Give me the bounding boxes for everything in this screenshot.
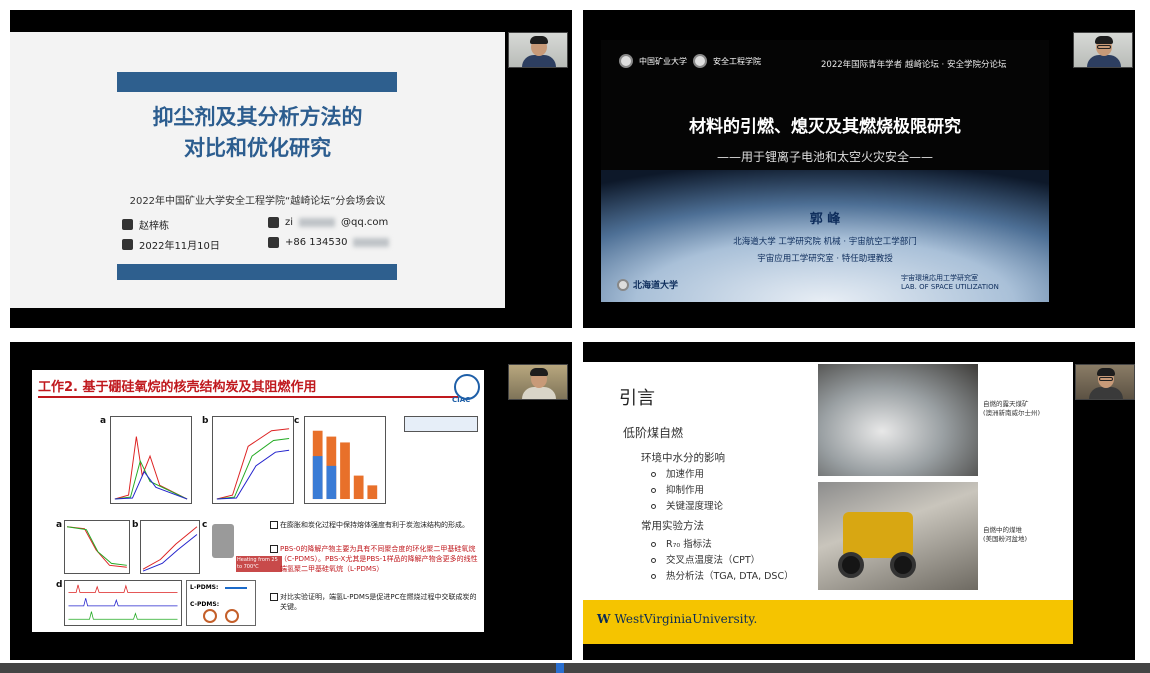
wvu-logo: W WestVirginiaUniversity. bbox=[597, 612, 758, 626]
participant-video-thumbnail[interactable] bbox=[1075, 364, 1135, 400]
participant-tile-1[interactable]: 抑尘剂及其分析方法的 对比和优化研究 2022年中国矿业大学安全工程学院“越崎论… bbox=[10, 10, 572, 328]
slide-title: 工作2. 基于硼硅氧烷的核壳结构炭及其阻燃作用 bbox=[38, 380, 317, 395]
panel-label: b bbox=[132, 520, 139, 530]
bullet-circle-icon bbox=[651, 574, 656, 579]
section-heading-2: 常用实验方法 bbox=[641, 520, 704, 532]
tga-plot bbox=[64, 520, 130, 574]
presenter-name: 赵梓栋 bbox=[139, 221, 169, 232]
slide-header-logos: 中国矿业大学 安全工程学院 bbox=[619, 54, 761, 68]
list-item: 热分析法（TGA, DTA, DSC） bbox=[651, 568, 794, 582]
thr-curve-plot bbox=[212, 416, 294, 504]
redacted-text bbox=[353, 238, 390, 247]
slide-accent-bar-top bbox=[117, 72, 397, 92]
hokkaido-logo: 北海道大学 bbox=[617, 278, 678, 291]
phone-icon bbox=[268, 237, 279, 248]
bullet-circle-icon bbox=[651, 558, 656, 563]
participant-tile-4[interactable]: 引言 低阶煤自燃 环境中水分的影响 加速作用 抑制作用 关键湿度理论 常用实验方… bbox=[583, 342, 1135, 660]
university-footer: W WestVirginiaUniversity. bbox=[583, 600, 1073, 644]
cumt-logo-icon bbox=[619, 54, 633, 68]
slide-title: 材料的引燃、熄灭及其燃烧极限研究 bbox=[689, 117, 961, 137]
presentation-date: 2022年11月10日 bbox=[139, 241, 220, 252]
gc-ms-chromatogram-plot bbox=[64, 580, 182, 626]
affiliation-line2: 宇宙应用工学研究室 · 特任助理教授 bbox=[757, 254, 893, 264]
email-row: zi @qq.com bbox=[268, 217, 388, 228]
meeting-name: 2022年中国矿业大学安全工程学院“越崎论坛”分会场会议 bbox=[129, 196, 386, 207]
participant-video-thumbnail[interactable] bbox=[1073, 32, 1133, 68]
slide-title-line1: 抑尘剂及其分析方法的 bbox=[152, 105, 363, 129]
email-prefix: zi bbox=[285, 217, 294, 228]
hokkaido-emblem-icon bbox=[617, 278, 629, 291]
email-suffix: @qq.com bbox=[341, 217, 389, 228]
photo-caption-1: 自燃的露天煤矿 (澳洲新南威尔士州) bbox=[983, 400, 1041, 417]
participant-video-thumbnail[interactable] bbox=[508, 364, 568, 400]
redacted-text bbox=[299, 218, 336, 227]
participant-tile-2[interactable]: 中国矿业大学 安全工程学院 2022年国际青年学者 越崎论坛 · 安全学院分论坛… bbox=[583, 10, 1135, 328]
date-row: 2022年11月10日 bbox=[122, 237, 220, 252]
bullet-circle-icon bbox=[651, 488, 656, 493]
panel-label: b bbox=[202, 416, 209, 426]
ciac-label: CIAC bbox=[452, 396, 471, 404]
photo-caption-2: 自燃中的煤堆 (美国粉河盆地) bbox=[983, 526, 1028, 543]
email-icon bbox=[268, 217, 279, 228]
phone-prefix: +86 134530 bbox=[285, 237, 348, 248]
bullet-circle-icon bbox=[651, 542, 656, 547]
topic: 低阶煤自燃 bbox=[623, 426, 684, 440]
list-item: 关键湿度理论 bbox=[651, 498, 723, 512]
affiliation-line1: 北海道大学 工学研究院 机械 · 宇宙航空工学部门 bbox=[733, 237, 917, 247]
shared-slide-3: 工作2. 基于硼硅氧烷的核壳结构炭及其阻燃作用 CIAC a b c a b c… bbox=[32, 370, 484, 632]
rheology-plot bbox=[140, 520, 200, 574]
participant-tile-3[interactable]: 工作2. 基于硼硅氧烷的核壳结构炭及其阻燃作用 CIAC a b c a b c… bbox=[10, 342, 572, 660]
bar-comparison-plot bbox=[304, 416, 386, 504]
lab-logo: 宇宙環境応用工学研究室 LAB. OF SPACE UTILIZATION bbox=[901, 274, 999, 291]
panel-label: c bbox=[294, 416, 300, 426]
software-window-thumbnail bbox=[404, 416, 478, 432]
bullet-circle-icon bbox=[651, 504, 656, 509]
slide-title: 抑尘剂及其分析方法的 对比和优化研究 bbox=[10, 102, 505, 164]
list-item: 交叉点温度法（CPT） bbox=[651, 552, 760, 566]
panel-label: d bbox=[56, 580, 63, 590]
panel-label: c bbox=[202, 520, 208, 530]
shared-slide-2: 中国矿业大学 安全工程学院 2022年国际青年学者 越崎论坛 · 安全学院分论坛… bbox=[601, 40, 1049, 302]
bullet-item: PBS-0的降解产物主要为具有不同聚合度的环化聚二甲基硅氧烷（C-PDMS）。P… bbox=[270, 544, 480, 574]
section-heading-1: 环境中水分的影响 bbox=[641, 452, 725, 464]
toolbar-indicator[interactable] bbox=[556, 663, 564, 673]
list-item: R₇₀ 指标法 bbox=[651, 536, 712, 550]
title-underline bbox=[38, 396, 458, 398]
panel-label: a bbox=[56, 520, 63, 530]
shared-slide-1: 抑尘剂及其分析方法的 对比和优化研究 2022年中国矿业大学安全工程学院“越崎论… bbox=[10, 32, 505, 308]
autoclave-vessel-icon bbox=[212, 524, 234, 558]
slide-subtitle: ——用于锂离子电池和太空火灾安全—— bbox=[716, 150, 933, 164]
slide-accent-bar-bottom bbox=[117, 264, 397, 280]
slide-heading: 引言 bbox=[619, 388, 655, 409]
molecular-structure-box: L-PDMS: C-PDMS: bbox=[186, 580, 256, 626]
panel-label: a bbox=[100, 416, 107, 426]
hrr-curve-plot bbox=[110, 416, 192, 504]
presenter-name-row: 赵梓栋 bbox=[122, 217, 169, 232]
logo1-text: 中国矿业大学 bbox=[639, 56, 687, 66]
list-item: 抑制作用 bbox=[651, 482, 704, 496]
calendar-icon bbox=[122, 239, 133, 250]
open-pit-mine-fire-photo bbox=[818, 364, 978, 476]
bullet-circle-icon bbox=[651, 472, 656, 477]
heating-label: Heating from 25 to 700℃ bbox=[236, 556, 282, 572]
video-conference-grid: 抑尘剂及其分析方法的 对比和优化研究 2022年中国矿业大学安全工程学院“越崎论… bbox=[0, 0, 1150, 673]
list-item: 加速作用 bbox=[651, 466, 704, 480]
shared-slide-4: 引言 低阶煤自燃 环境中水分的影响 加速作用 抑制作用 关键湿度理论 常用实验方… bbox=[583, 362, 1073, 644]
bullet-item: 在膨胀和炭化过程中保持熔体强度有利于炭泡沫结构的形成。 bbox=[270, 520, 480, 530]
speaker-name: 郭 峰 bbox=[809, 212, 841, 227]
coal-pile-fire-photo bbox=[818, 482, 978, 590]
bottom-toolbar-strip bbox=[0, 663, 1150, 673]
logo2-text: 安全工程学院 bbox=[713, 56, 761, 66]
bullet-item: 对比实验证明，端氢L-PDMS是促进PC在燃烧过程中交联成炭的关键。 bbox=[270, 592, 480, 612]
forum-name: 2022年国际青年学者 越崎论坛 · 安全学院分论坛 bbox=[821, 60, 1007, 70]
safety-school-logo-icon bbox=[693, 54, 707, 68]
person-icon bbox=[122, 219, 133, 230]
participant-video-thumbnail[interactable] bbox=[508, 32, 568, 68]
slide-title-line2: 对比和优化研究 bbox=[184, 136, 331, 160]
phone-row: +86 134530 bbox=[268, 237, 390, 248]
